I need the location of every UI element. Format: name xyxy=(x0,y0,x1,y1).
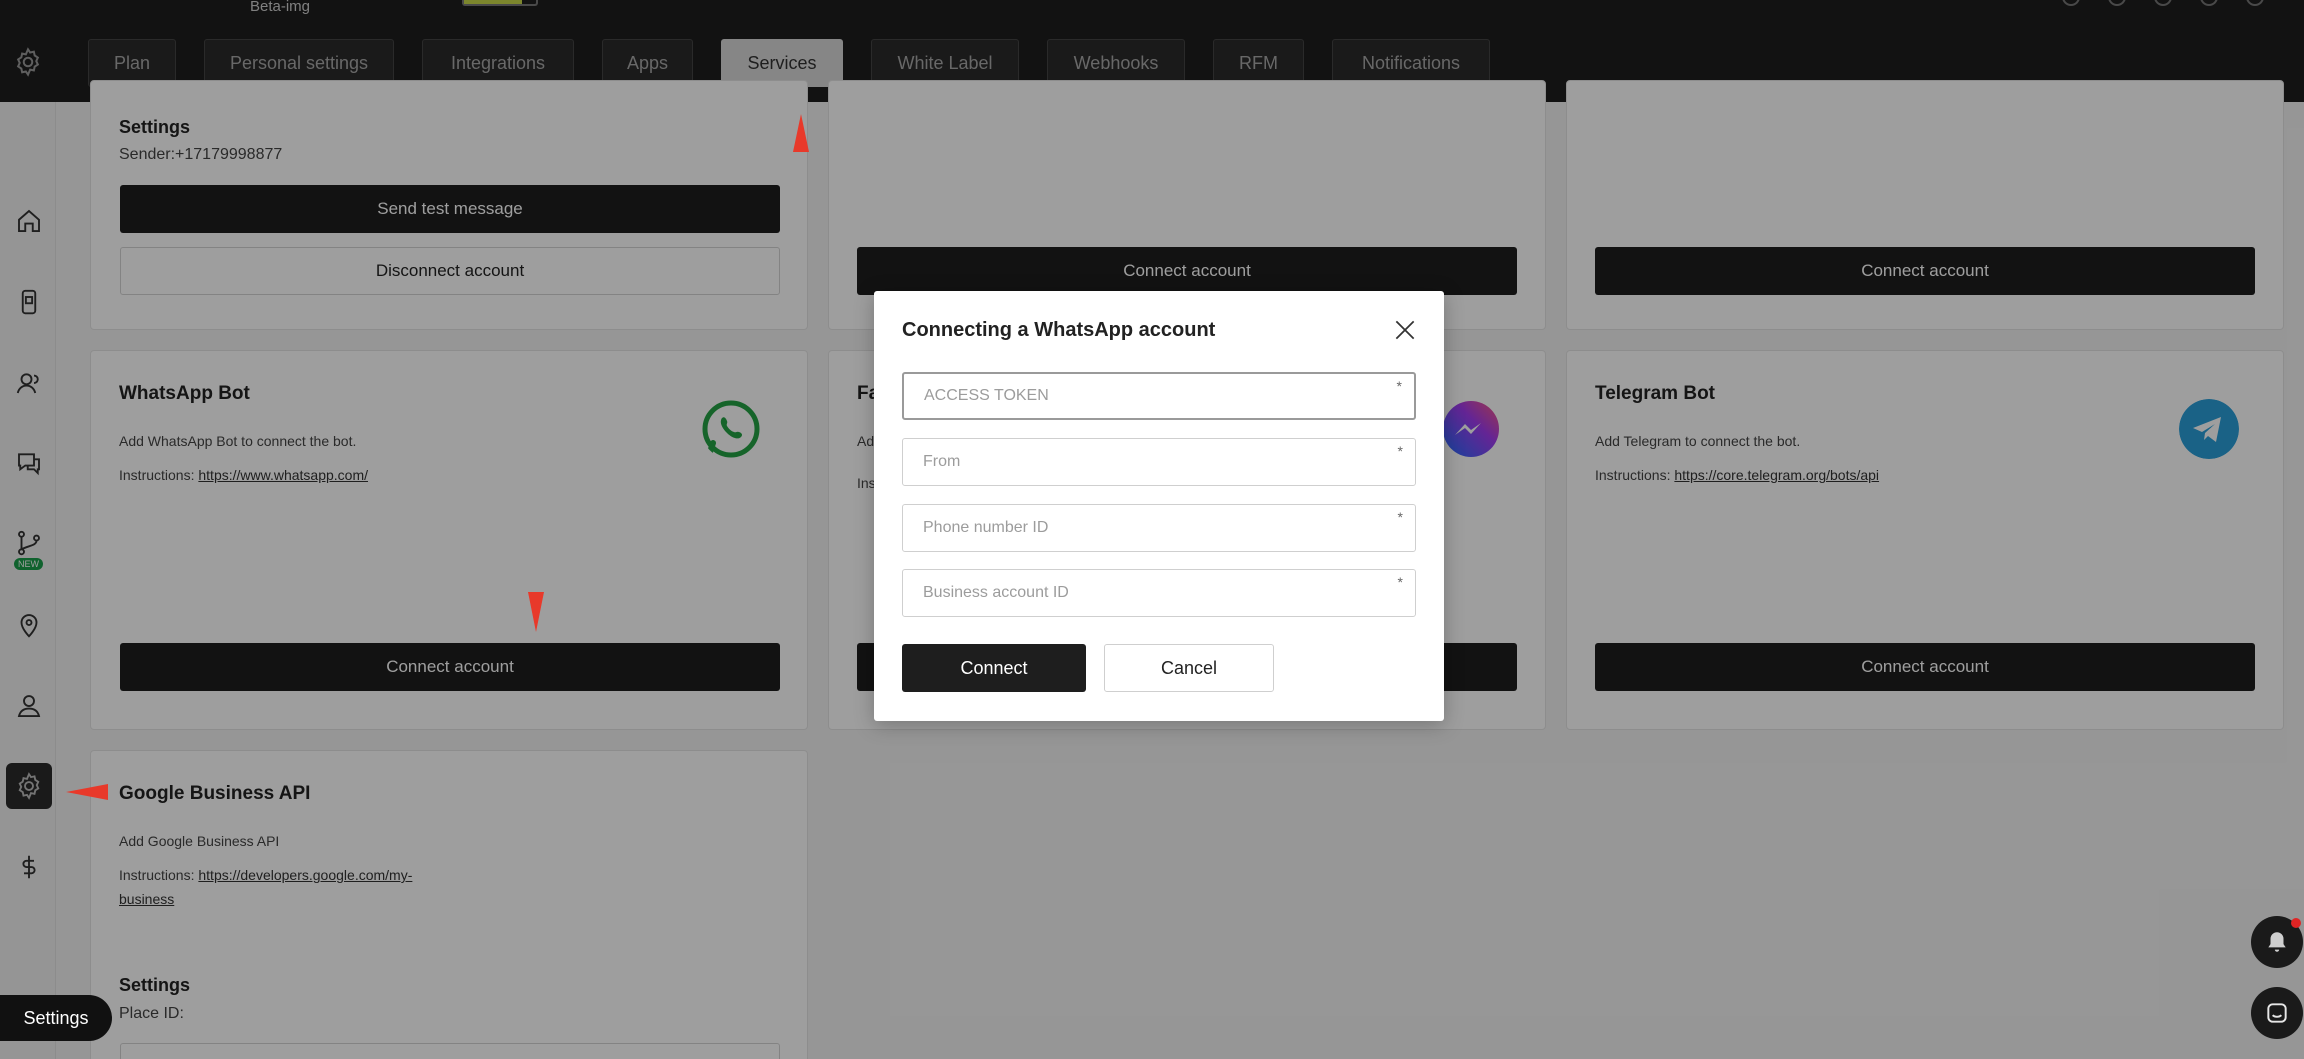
annotation-arrow-left xyxy=(66,784,108,800)
annotation-arrow-up xyxy=(793,114,809,152)
required-marker: * xyxy=(1396,378,1402,394)
access-token-input[interactable] xyxy=(904,374,1414,418)
bell-icon xyxy=(2268,932,2286,952)
notification-dot xyxy=(2291,918,2301,928)
from-input[interactable] xyxy=(903,439,1415,485)
business-account-id-input[interactable] xyxy=(903,570,1415,616)
phone-number-id-input[interactable] xyxy=(903,505,1415,551)
connect-whatsapp-modal: Connecting a WhatsApp account * * * * Co… xyxy=(874,291,1444,721)
cancel-button[interactable]: Cancel xyxy=(1104,644,1274,692)
required-marker: * xyxy=(1397,574,1403,590)
phone-number-id-field[interactable]: * xyxy=(902,504,1416,552)
required-marker: * xyxy=(1397,443,1403,459)
from-field[interactable]: * xyxy=(902,438,1416,486)
required-marker: * xyxy=(1397,509,1403,525)
annotation-arrow-down xyxy=(528,592,544,632)
chat-widget-icon xyxy=(2267,1003,2287,1023)
business-account-id-field[interactable]: * xyxy=(902,569,1416,617)
connect-button[interactable]: Connect xyxy=(902,644,1086,692)
close-icon[interactable] xyxy=(1392,317,1418,343)
modal-title: Connecting a WhatsApp account xyxy=(902,319,1216,341)
chat-widget-button[interactable] xyxy=(2251,987,2303,1039)
notifications-button[interactable] xyxy=(2251,916,2303,968)
settings-tooltip: Settings xyxy=(0,995,112,1041)
access-token-field[interactable]: * xyxy=(902,372,1416,420)
